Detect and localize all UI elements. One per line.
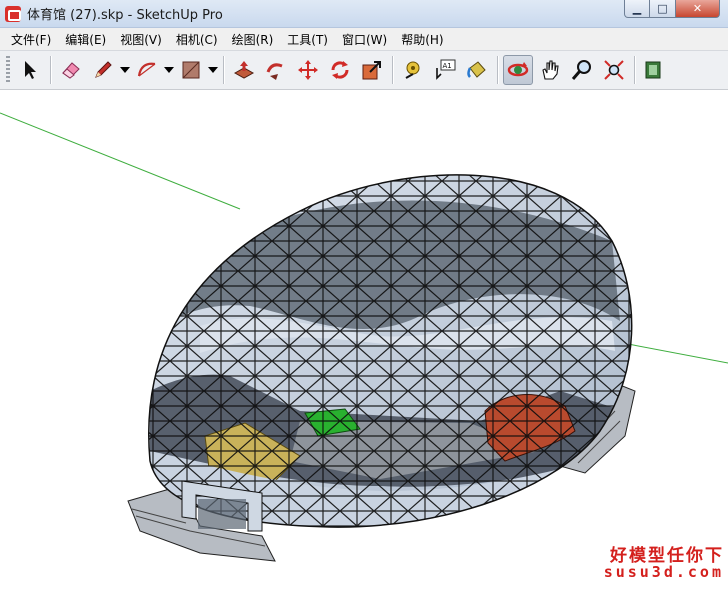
svg-text:A1: A1 xyxy=(443,62,452,70)
scale-icon xyxy=(362,61,381,80)
orbit-tool-button[interactable] xyxy=(503,55,533,85)
arc-tool-dropdown[interactable] xyxy=(163,55,175,85)
watermark-logo: 好模型任你下 susu3d.com xyxy=(592,541,724,585)
minimize-button[interactable]: ▁ xyxy=(624,0,650,18)
sketchup-app-icon xyxy=(5,5,21,22)
menu-tools[interactable]: 工具(T) xyxy=(280,31,335,48)
paint-bucket-tool-button[interactable] xyxy=(462,55,492,85)
follow-me-tool-button[interactable] xyxy=(261,55,291,85)
rotate-icon xyxy=(331,61,349,79)
green-axis-line xyxy=(0,112,241,210)
text-label-icon: A1 xyxy=(436,59,456,80)
move-icon xyxy=(298,60,318,80)
window-title: 体育馆 (27).skp - SketchUp Pro xyxy=(27,8,223,23)
arc-icon xyxy=(137,62,156,77)
toolbar-grip[interactable] xyxy=(6,56,10,84)
tape-measure-tool-button[interactable] xyxy=(398,55,428,85)
zoom-tool-button[interactable] xyxy=(567,55,597,85)
pan-tool-button[interactable] xyxy=(535,55,565,85)
watermark-slogan: 好模型任你下 xyxy=(610,546,724,566)
line-tool-button[interactable] xyxy=(88,55,118,85)
orbit-icon xyxy=(507,62,529,77)
title-bar: 体育馆 (27).skp - SketchUp Pro ▁ □ ✕ xyxy=(0,0,728,28)
select-arrow-icon xyxy=(25,61,36,79)
toolbar-separator xyxy=(223,56,224,84)
menu-file[interactable]: 文件(F) xyxy=(4,31,58,48)
toolbar-separator xyxy=(497,56,498,84)
pencil-line-icon xyxy=(95,61,112,78)
model-viewport[interactable]: 好模型任你下 susu3d.com xyxy=(0,91,728,589)
menu-bar: 文件(F) 编辑(E) 视图(V) 相机(C) 绘图(R) 工具(T) 窗口(W… xyxy=(0,28,728,50)
zoom-extents-tool-button[interactable] xyxy=(599,55,629,85)
menu-window[interactable]: 窗口(W) xyxy=(335,31,394,48)
follow-me-icon xyxy=(266,63,283,80)
push-pull-icon xyxy=(233,61,255,79)
zoom-icon xyxy=(571,60,591,80)
move-tool-button[interactable] xyxy=(293,55,323,85)
menu-camera[interactable]: 相机(C) xyxy=(169,31,225,48)
text-tool-button[interactable]: A1 xyxy=(430,55,460,85)
pan-hand-icon xyxy=(542,60,559,80)
menu-view[interactable]: 视图(V) xyxy=(113,31,169,48)
warehouse-icon xyxy=(645,61,661,79)
toolbar-separator xyxy=(50,56,51,84)
eraser-tool-button[interactable] xyxy=(56,55,86,85)
rectangle-icon xyxy=(182,61,200,79)
warehouse-tool-button[interactable] xyxy=(640,55,670,85)
tape-measure-icon xyxy=(405,61,420,79)
window-controls: ▁ □ ✕ xyxy=(624,0,720,18)
rectangle-tool-dropdown[interactable] xyxy=(207,55,219,85)
main-toolbar: A1 xyxy=(0,50,728,90)
rectangle-tool-button[interactable] xyxy=(176,55,206,85)
scale-tool-button[interactable] xyxy=(357,55,387,85)
push-pull-tool-button[interactable] xyxy=(229,55,259,85)
watermark-url: susu3d.com xyxy=(603,563,724,581)
arc-tool-button[interactable] xyxy=(132,55,162,85)
close-button[interactable]: ✕ xyxy=(676,0,720,18)
eraser-icon xyxy=(62,62,80,79)
rotate-tool-button[interactable] xyxy=(325,55,355,85)
toolbar-separator xyxy=(634,56,635,84)
menu-edit[interactable]: 编辑(E) xyxy=(58,31,113,48)
select-tool-button[interactable] xyxy=(15,55,45,85)
line-tool-dropdown[interactable] xyxy=(119,55,131,85)
menu-draw[interactable]: 绘图(R) xyxy=(225,31,281,48)
maximize-button[interactable]: □ xyxy=(650,0,676,18)
toolbar-separator xyxy=(392,56,393,84)
paint-bucket-icon xyxy=(467,61,486,78)
zoom-extents-icon xyxy=(604,60,624,80)
menu-help[interactable]: 帮助(H) xyxy=(394,31,450,48)
stadium-model-scene xyxy=(0,112,728,562)
